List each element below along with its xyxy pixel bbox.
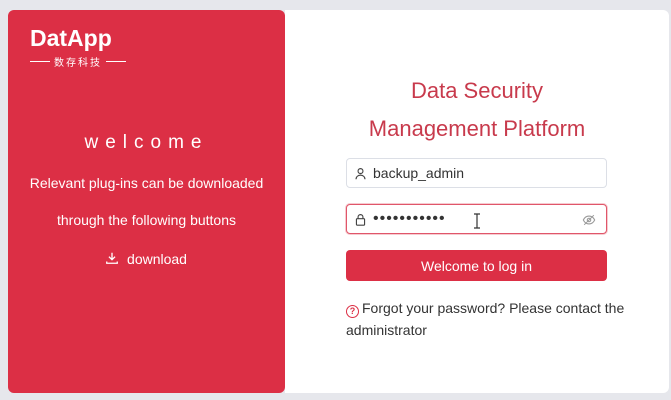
page-title: Data Security Management Platform <box>285 72 669 148</box>
text-cursor-icon <box>473 213 481 229</box>
title-line2: Management Platform <box>368 116 586 141</box>
question-circle-icon: ? <box>346 304 359 318</box>
username-input[interactable] <box>373 165 573 181</box>
logo-subtitle: 数存科技 <box>30 54 130 69</box>
download-icon <box>105 251 119 268</box>
download-button[interactable]: download <box>96 242 196 276</box>
logo-divider-left <box>30 61 50 62</box>
login-panel: Data Security Management Platform backup… <box>285 10 669 393</box>
logo-subtitle-text: 数存科技 <box>54 58 102 69</box>
welcome-heading: welcome <box>84 132 209 153</box>
login-button[interactable]: Welcome to log in <box>346 250 607 281</box>
logo-text: DatApp <box>30 25 112 51</box>
forgot-password-help: ? Forgot your password? Please contact th… <box>346 297 636 341</box>
download-description-line1: Relevant plug-ins can be downloaded <box>29 175 264 191</box>
lock-icon <box>347 213 373 226</box>
user-icon <box>347 167 373 180</box>
username-field[interactable] <box>346 158 607 188</box>
eye-off-icon[interactable] <box>582 213 596 227</box>
logo-divider-right <box>106 61 126 62</box>
download-label: download <box>127 251 187 267</box>
brand-logo: DatApp 数存科技 <box>30 24 130 69</box>
welcome-panel: DatApp 数存科技 welcome Relevant plug-ins ca… <box>8 10 285 393</box>
title-line1: Data Security <box>410 78 544 103</box>
download-description-line2: through the following buttons <box>56 212 236 228</box>
login-card: DatApp 数存科技 welcome Relevant plug-ins ca… <box>8 10 669 393</box>
help-text: Forgot your password? Please contact the… <box>346 300 625 338</box>
